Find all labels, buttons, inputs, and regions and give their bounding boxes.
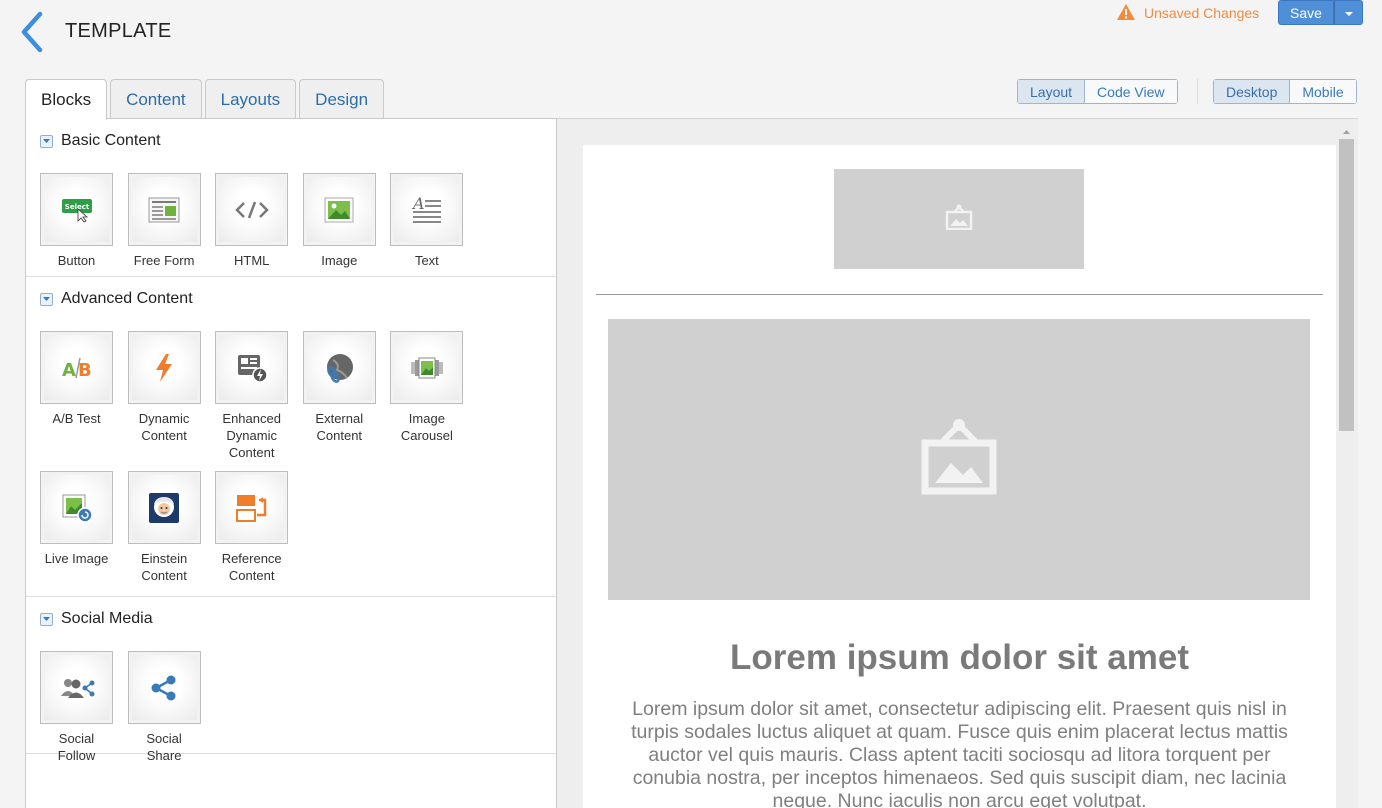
social-media-section: Social Media Social Follow Social Share	[26, 597, 556, 763]
email-preview-pane: Lorem ipsum dolor sit amet Lorem ipsum d…	[557, 118, 1358, 808]
email-canvas: Lorem ipsum dolor sit amet Lorem ipsum d…	[583, 145, 1336, 808]
save-button-group: Save	[1278, 0, 1363, 25]
scroll-up-arrow-icon[interactable]	[1338, 125, 1355, 139]
advanced-content-header[interactable]: Advanced Content	[26, 277, 556, 321]
section-title: Basic Content	[61, 132, 161, 149]
svg-text:B: B	[78, 360, 92, 380]
image-placeholder-icon	[921, 417, 997, 502]
block-ab-test[interactable]: AB A/B Test	[40, 331, 128, 461]
image-block-icon	[302, 173, 376, 246]
warning-icon	[1116, 3, 1136, 24]
section-title: Social Media	[61, 610, 153, 627]
enhanced-dynamic-content-icon	[215, 331, 289, 404]
caret-down-icon	[1344, 4, 1354, 22]
blocks-panel: Basic Content Select Button Free Form HT…	[25, 118, 557, 808]
view-mode-toggle: Layout Code View	[1017, 79, 1178, 104]
save-button[interactable]: Save	[1278, 0, 1334, 25]
chevron-down-icon	[40, 292, 53, 306]
live-image-icon	[40, 471, 113, 544]
block-free-form[interactable]: Free Form	[127, 173, 216, 269]
tab-blocks[interactable]: Blocks	[25, 79, 108, 120]
svg-text:A: A	[62, 360, 76, 380]
block-dynamic-content[interactable]: Dynamic Content	[127, 331, 216, 461]
text-block-icon: A	[390, 173, 464, 246]
hero-image-placeholder[interactable]	[608, 319, 1310, 600]
chevron-down-icon	[40, 134, 53, 148]
einstein-avatar-icon	[127, 471, 201, 544]
save-options-caret[interactable]	[1334, 0, 1363, 25]
code-view-button[interactable]: Code View	[1085, 80, 1177, 103]
tab-design[interactable]: Design	[299, 79, 385, 119]
block-einstein-content[interactable]: Einstein Content	[127, 471, 216, 584]
svg-text:Select: Select	[64, 203, 89, 211]
block-button[interactable]: Select Button	[40, 173, 128, 269]
scrollbar-thumb[interactable]	[1339, 139, 1354, 431]
device-toggle: Desktop Mobile	[1213, 79, 1357, 104]
social-follow-icon	[40, 651, 113, 724]
section-title: Advanced Content	[61, 290, 193, 307]
tab-content[interactable]: Content	[110, 79, 202, 119]
preview-scrollbar[interactable]	[1338, 125, 1355, 808]
block-html[interactable]: HTML	[215, 173, 303, 269]
unsaved-changes-text: Unsaved Changes	[1144, 5, 1260, 21]
image-carousel-icon	[390, 331, 464, 404]
basic-content-header[interactable]: Basic Content	[26, 119, 556, 163]
reference-content-icon	[215, 471, 289, 544]
block-live-image[interactable]: Live Image	[40, 471, 128, 584]
html-code-icon	[215, 173, 289, 246]
advanced-content-section: Advanced Content AB A/B Test Dynamic Con…	[26, 277, 556, 597]
back-arrow-icon[interactable]	[14, 10, 50, 54]
block-social-follow[interactable]: Social Follow	[40, 651, 128, 764]
page-title: TEMPLATE	[65, 20, 172, 42]
block-reference-content[interactable]: Reference Content	[215, 471, 303, 584]
social-media-header[interactable]: Social Media	[26, 597, 556, 641]
desktop-view-button[interactable]: Desktop	[1214, 80, 1291, 103]
block-social-share[interactable]: Social Share	[127, 651, 216, 764]
block-enhanced-dynamic-content[interactable]: Enhanced Dynamic Content	[215, 331, 303, 461]
globe-link-icon	[302, 331, 376, 404]
svg-text:A: A	[411, 195, 425, 213]
divider-line	[596, 294, 1323, 295]
block-image[interactable]: Image	[302, 173, 391, 269]
share-icon	[127, 651, 201, 724]
tab-layouts[interactable]: Layouts	[204, 79, 297, 119]
email-body-text[interactable]: Lorem ipsum dolor sit amet, consectetur …	[613, 698, 1306, 808]
image-placeholder-icon	[945, 204, 973, 235]
logo-image-placeholder[interactable]	[834, 169, 1084, 269]
free-form-block-icon	[127, 173, 201, 246]
ab-test-icon: AB	[40, 331, 113, 404]
lightning-bolt-icon	[127, 331, 201, 404]
button-block-icon: Select	[40, 173, 113, 246]
toolbar-divider	[1197, 79, 1198, 104]
panel-tabs: Blocks Content Layouts Design	[25, 79, 385, 120]
chevron-down-icon	[40, 612, 53, 626]
block-image-carousel[interactable]: Image Carousel	[390, 331, 478, 461]
layout-view-button[interactable]: Layout	[1018, 80, 1086, 103]
unsaved-changes-status: Unsaved Changes	[1116, 3, 1259, 23]
basic-content-section: Basic Content Select Button Free Form HT…	[26, 119, 556, 277]
block-text[interactable]: A Text	[390, 173, 478, 269]
block-external-content[interactable]: External Content	[302, 331, 391, 461]
mobile-view-button[interactable]: Mobile	[1290, 80, 1356, 103]
email-headline[interactable]: Lorem ipsum dolor sit amet	[583, 638, 1336, 678]
